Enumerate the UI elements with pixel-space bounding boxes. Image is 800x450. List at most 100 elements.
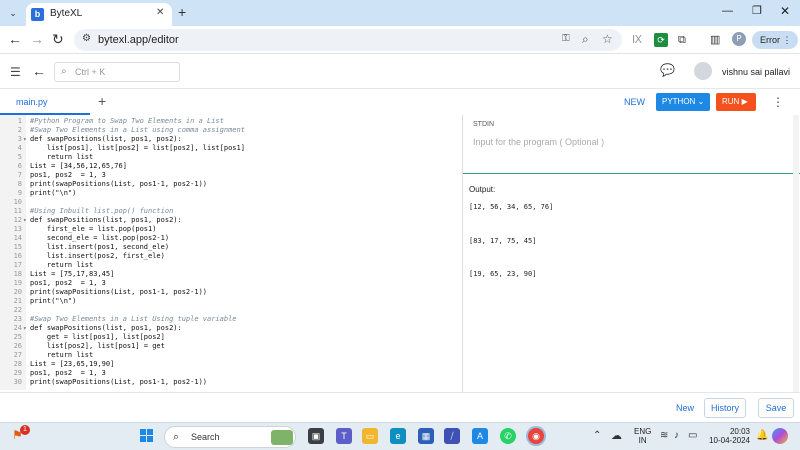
fold-arrow-icon[interactable]: ▾ (23, 135, 27, 144)
browser-back-icon[interactable]: ← (8, 31, 22, 47)
browser-tab[interactable]: b ByteXL ✕ (26, 3, 172, 26)
copilot-icon[interactable] (772, 428, 788, 444)
edge-browser-icon[interactable]: e (390, 428, 406, 444)
new-file-link[interactable]: New (676, 403, 694, 413)
volume-icon[interactable]: ♪ (674, 430, 679, 441)
menu-toggle-icon[interactable]: ☰ (10, 65, 21, 79)
code-line[interactable]: 26 list[pos2], list[pos1] = get (0, 342, 462, 351)
windows-start-icon[interactable] (140, 429, 154, 443)
language-select[interactable]: PYTHON ⌄ (656, 93, 710, 111)
code-line[interactable]: 11 #Using Inbuilt list.pop() function (0, 207, 462, 216)
extension-green-icon[interactable]: ⟳ (654, 33, 668, 47)
search-input[interactable]: ⌕ Ctrl + K (54, 62, 180, 82)
history-button[interactable]: History (704, 398, 746, 418)
chrome-icon[interactable]: ◉ (528, 428, 544, 444)
window-minimize-icon[interactable]: — (722, 5, 733, 17)
code-line[interactable]: 25 get = list[pos1], list[pos2] (0, 333, 462, 342)
new-tab-icon[interactable]: + (178, 5, 186, 19)
code-line[interactable]: 17 return list (0, 261, 462, 270)
code-text: print("\n") (30, 189, 77, 197)
language-indicator[interactable]: ENG IN (634, 427, 651, 445)
code-text: print(swapPositions(List, pos1-1, pos2-1… (30, 378, 208, 386)
taskbar-search[interactable]: ⌕ Search (164, 426, 296, 448)
app-a-icon[interactable]: A (472, 428, 488, 444)
store-icon[interactable]: ▦ (418, 428, 434, 444)
code-line[interactable]: 2 #Swap Two Elements in a List using comm… (0, 126, 462, 135)
search-icon: ⌕ (61, 66, 67, 77)
code-line[interactable]: 27 return list (0, 351, 462, 360)
code-line[interactable]: 28 List = [23,65,19,90] (0, 360, 462, 369)
code-line[interactable]: 9 print("\n") (0, 189, 462, 198)
task-view-icon[interactable]: ▣ (308, 428, 324, 444)
code-line[interactable]: 29 pos1, pos2 = 1, 3 (0, 369, 462, 378)
teams-icon[interactable]: T (336, 428, 352, 444)
system-clock[interactable]: 20:03 10-04-2024 (706, 427, 750, 445)
extension-a-icon[interactable]: Ⅸ (632, 33, 642, 47)
tab-close-icon[interactable]: ✕ (156, 7, 164, 18)
battery-icon[interactable]: ▭ (688, 430, 697, 441)
whatsapp-icon[interactable]: ✆ (500, 428, 516, 444)
url-text[interactable]: bytexl.app/editor (98, 34, 179, 46)
onedrive-cloud-icon[interactable]: ☁ (611, 429, 622, 442)
run-button[interactable]: RUN ▶ (716, 93, 756, 111)
code-line[interactable]: 10 (0, 198, 462, 207)
code-line[interactable]: 19 pos1, pos2 = 1, 3 (0, 279, 462, 288)
code-line[interactable]: 1 #Python Program to Swap Two Elements in… (0, 117, 462, 126)
window-close-icon[interactable]: ✕ (780, 4, 790, 18)
zoom-icon[interactable]: ⌕ (582, 32, 589, 47)
site-info-icon[interactable]: ⚙ (82, 33, 91, 44)
taskbar-search-label: Search (191, 432, 220, 442)
code-text: #Swap Two Elements in a List Using tuple… (30, 315, 237, 323)
output-scrollbar[interactable] (793, 115, 799, 392)
code-line[interactable]: 20 print(swapPositions(List, pos1-1, pos2… (0, 288, 462, 297)
code-line[interactable]: 6 List = [34,56,12,65,76] (0, 162, 462, 171)
password-key-icon[interactable]: ⚿ (562, 33, 570, 44)
code-line[interactable]: 22 (0, 306, 462, 315)
user-avatar[interactable] (694, 62, 712, 80)
code-line[interactable]: 12 ▾ def swapPositions(list, pos1, pos2): (0, 216, 462, 225)
code-line[interactable]: 21 print("\n") (0, 297, 462, 306)
code-line[interactable]: 23 #Swap Two Elements in a List Using tup… (0, 315, 462, 324)
code-line[interactable]: 4 list[pos1], list[pos2] = list[pos2], l… (0, 144, 462, 153)
file-explorer-icon[interactable]: ▭ (362, 428, 378, 444)
save-button[interactable]: Save (758, 398, 794, 418)
browser-tab-strip: ⌄ b ByteXL ✕ + — ❐ ✕ (0, 0, 800, 26)
code-line[interactable]: 14 second_ele = list.pop(pos2-1) (0, 234, 462, 243)
back-arrow-icon[interactable]: ← (32, 63, 46, 79)
code-line[interactable]: 16 list.insert(pos2, first_ele) (0, 252, 462, 261)
extensions-puzzle-icon[interactable]: ⧉ (678, 33, 686, 47)
code-line[interactable]: 3 ▾ def swapPositions(list, pos1, pos2): (0, 135, 462, 144)
file-tab-main[interactable]: main.py (0, 89, 90, 115)
code-line[interactable]: 13 first_ele = list.pop(pos1) (0, 225, 462, 234)
fold-arrow-icon[interactable]: ▾ (23, 216, 27, 225)
panel-divider[interactable] (463, 173, 800, 174)
reload-icon[interactable]: ↻ (52, 31, 64, 47)
tab-search-chevron-icon[interactable]: ⌄ (6, 6, 20, 20)
side-panel-icon[interactable]: ▥ (710, 33, 720, 47)
profile-avatar[interactable]: P (732, 32, 746, 46)
error-button[interactable]: Error ⋮ (752, 31, 798, 49)
add-file-icon[interactable]: + (98, 93, 106, 109)
code-line[interactable]: 5 return list (0, 153, 462, 162)
code-line[interactable]: 15 list.insert(pos1, second_ele) (0, 243, 462, 252)
browser-forward-icon[interactable]: → (30, 31, 44, 47)
code-line[interactable]: 18 List = [75,17,83,45] (0, 270, 462, 279)
vscode-like-icon[interactable]: ⧸ (444, 428, 460, 444)
code-line[interactable]: 30 print(swapPositions(List, pos1-1, pos2… (0, 378, 462, 387)
user-name[interactable]: vishnu sai pallavi (722, 67, 790, 77)
more-options-icon[interactable]: ⋮ (772, 95, 784, 109)
window-restore-icon[interactable]: ❐ (752, 4, 762, 17)
fold-arrow-icon[interactable]: ▾ (23, 324, 27, 333)
address-bar[interactable]: ⚙ bytexl.app/editor ⚿ ⌕ ☆ (74, 29, 622, 51)
bookmark-star-icon[interactable]: ☆ (602, 32, 613, 46)
wifi-icon[interactable]: ≋ (660, 430, 668, 441)
code-line[interactable]: 8 print(swapPositions(List, pos1-1, pos2-… (0, 180, 462, 189)
new-button[interactable]: NEW (624, 97, 645, 107)
code-line[interactable]: 7 pos1, pos2 = 1, 3 (0, 171, 462, 180)
tray-overflow-icon[interactable]: ⌃ (593, 430, 601, 441)
code-editor[interactable]: 1 #Python Program to Swap Two Elements in… (0, 115, 462, 390)
notifications-bell-icon[interactable]: 🔔 (756, 430, 768, 441)
code-line[interactable]: 24 ▾ def swapPositions(list, pos1, pos2): (0, 324, 462, 333)
stdin-input[interactable]: Input for the program ( Optional ) (473, 137, 604, 147)
chat-bubbles-icon[interactable]: 💬 (660, 63, 678, 81)
